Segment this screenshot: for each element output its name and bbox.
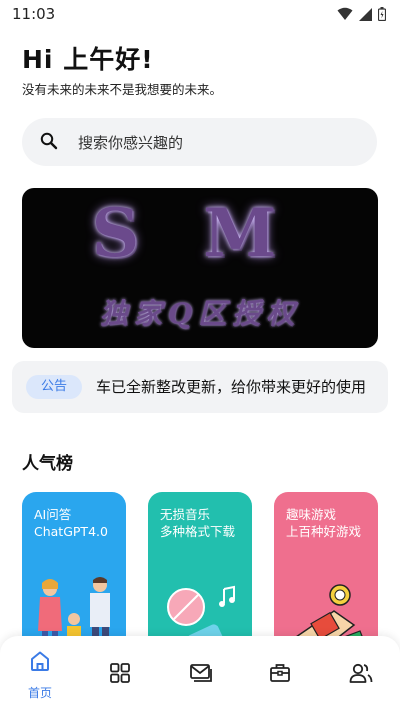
- status-icons: [337, 6, 387, 25]
- announcement-text: 车已全新整改更新，给你带来更好的使用: [96, 378, 367, 396]
- banner-tagline: 独家Q区授权: [99, 297, 301, 330]
- nav-home[interactable]: 首页: [0, 636, 80, 711]
- announcement-bar[interactable]: 公告 车已全新整改更新，给你带来更好的使用: [12, 361, 388, 413]
- briefcase-icon: [270, 664, 290, 682]
- card-music-title: 无损音乐: [160, 507, 211, 522]
- users-icon: [349, 663, 373, 683]
- bottom-nav: 首页: [0, 636, 400, 711]
- card-games-title: 趣味游戏: [286, 507, 337, 522]
- grid-icon: [110, 663, 130, 683]
- announcement-badge: 公告: [26, 375, 82, 399]
- nav-toolbox[interactable]: [240, 636, 320, 711]
- greeting-title: Hi 上午好!: [22, 45, 154, 74]
- search-icon: [40, 132, 58, 154]
- card-games-text: 趣味游戏 上百种好游戏: [286, 506, 370, 540]
- signal-icon: [359, 6, 372, 25]
- popular-section-title: 人气榜: [22, 454, 73, 474]
- card-games-subtitle: 上百种好游戏: [286, 524, 362, 539]
- card-ai-chat-title: AI问答: [34, 507, 72, 522]
- nav-messages[interactable]: [160, 636, 240, 711]
- wifi-icon: [337, 6, 353, 25]
- card-music-subtitle: 多种格式下载: [160, 524, 236, 539]
- battery-icon: [377, 6, 387, 25]
- card-ai-chat-text: AI问答 ChatGPT4.0: [34, 506, 118, 540]
- card-music-text: 无损音乐 多种格式下载: [160, 506, 244, 540]
- nav-apps[interactable]: [80, 636, 160, 711]
- greeting-subtitle: 没有未来的未来不是我想要的未来。: [22, 82, 223, 97]
- nav-home-label: 首页: [27, 686, 52, 700]
- search-placeholder: 搜索你感兴趣的: [78, 134, 184, 152]
- nav-profile[interactable]: [320, 636, 400, 711]
- home-icon: [31, 651, 49, 671]
- banner-logo-text: SM: [91, 194, 341, 272]
- status-bar: 11:03: [0, 0, 400, 28]
- mail-icon: [190, 664, 212, 682]
- card-ai-chat-subtitle: ChatGPT4.0: [34, 524, 108, 539]
- promo-banner[interactable]: SM 独家Q区授权: [22, 188, 378, 348]
- search-bar[interactable]: 搜索你感兴趣的: [22, 118, 377, 166]
- status-time: 11:03: [12, 5, 56, 23]
